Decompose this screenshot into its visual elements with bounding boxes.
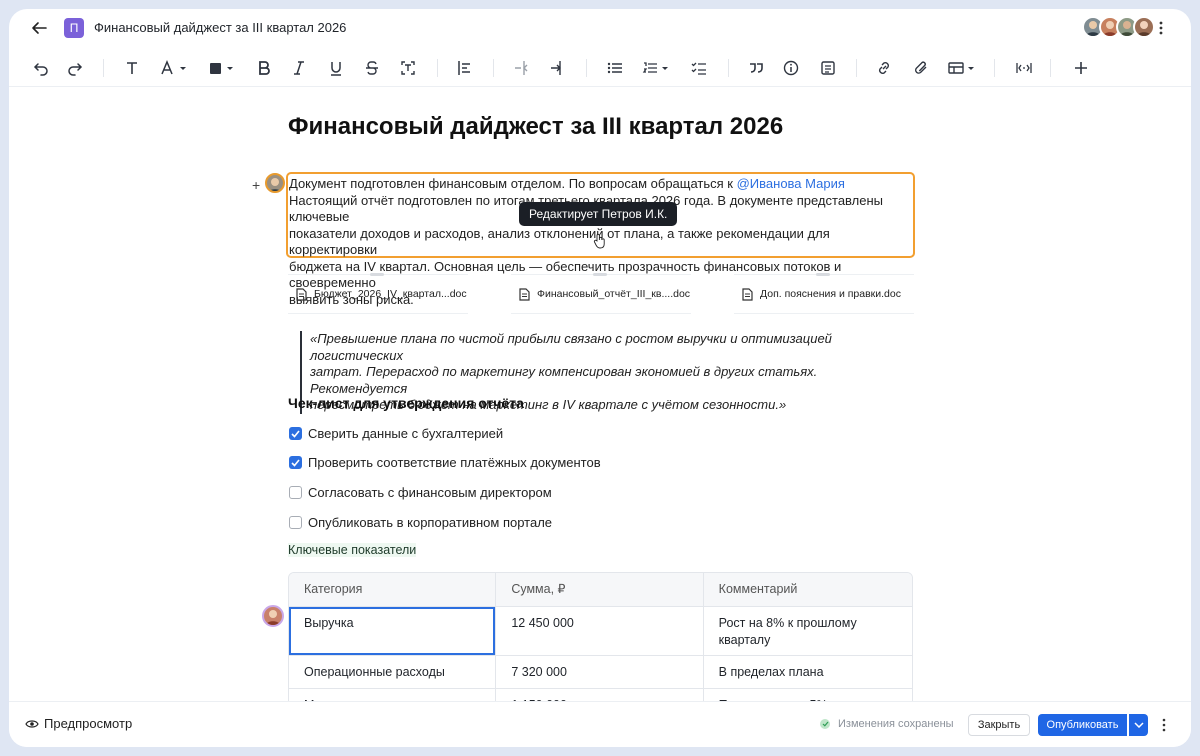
quote-line: затрат. Перерасход по маркетингу компенс… <box>310 364 818 396</box>
table-cell[interactable]: 1 150 000 <box>495 689 702 701</box>
text-style-icon[interactable] <box>122 58 142 78</box>
back-arrow-icon[interactable] <box>29 18 49 38</box>
bold-icon[interactable] <box>254 58 274 78</box>
indent-icon[interactable] <box>548 58 568 78</box>
strikethrough-icon[interactable] <box>362 58 382 78</box>
file-attachment[interactable]: Доп. пояснения и правки.doc <box>734 273 914 314</box>
undo-icon[interactable] <box>31 58 51 78</box>
publish-button[interactable]: Опубликовать <box>1038 714 1127 736</box>
column-header[interactable]: Категория <box>289 573 495 606</box>
editing-tooltip: Редактирует Петров И.К. <box>519 202 678 226</box>
table-cell-selected[interactable]: Выручка <box>289 607 496 655</box>
redo-icon[interactable] <box>65 58 85 78</box>
font-color-icon[interactable] <box>159 58 191 78</box>
link-icon[interactable] <box>874 58 894 78</box>
document-body: Финансовый дайджест за III квартал 2026 … <box>9 87 1191 701</box>
data-table: Категория Сумма, ₽ Комментарий Выручка 1… <box>288 572 913 701</box>
checkbox-unchecked[interactable] <box>289 516 302 529</box>
document-icon <box>742 287 753 301</box>
checklist-title[interactable]: Чек-лист для утверждения отчёта <box>288 395 524 411</box>
intro-line: Документ подготовлен финансовым отделом.… <box>289 176 845 191</box>
quote-line: «Превышение плана по чистой прибыли связ… <box>310 331 832 363</box>
check-circle-icon <box>820 719 830 729</box>
editor-avatar[interactable] <box>265 173 285 193</box>
more-options-icon[interactable] <box>1157 716 1171 734</box>
add-block-icon[interactable]: + <box>252 177 260 193</box>
close-button[interactable]: Закрыть <box>968 714 1030 736</box>
checkbox-unchecked[interactable] <box>289 486 302 499</box>
document-icon <box>296 287 307 301</box>
publish-options-chevron-icon[interactable] <box>1129 714 1148 736</box>
code-icon[interactable] <box>398 58 418 78</box>
table-row: Маркетинг 1 150 000 Перерасход на 5% из-… <box>289 688 912 701</box>
table-cell[interactable]: Маркетинг <box>289 689 495 701</box>
collaborator-avatars[interactable] <box>1082 16 1155 38</box>
document-icon <box>519 287 530 301</box>
formatting-toolbar <box>9 49 1191 87</box>
align-left-icon[interactable] <box>455 58 475 78</box>
page-title[interactable]: Финансовый дайджест за III квартал 2026 <box>288 113 783 141</box>
checklist-item[interactable]: Проверить соответствие платёжных докумен… <box>289 455 601 470</box>
italic-icon[interactable] <box>289 58 309 78</box>
checkbox-checked[interactable] <box>289 427 302 440</box>
table-cell[interactable]: 12 450 000 <box>495 607 702 655</box>
attachment-icon[interactable] <box>911 58 931 78</box>
table-cell[interactable]: Перерасход на 5% из-за <box>702 689 912 701</box>
checklist-item[interactable]: Опубликовать в корпоративном портале <box>289 515 552 530</box>
column-header[interactable]: Комментарий <box>702 573 912 606</box>
bullet-list-icon[interactable] <box>605 58 625 78</box>
table-cell[interactable]: Операционные расходы <box>289 656 495 688</box>
checklist-item[interactable]: Сверить данные с бухгалтерией <box>289 426 503 441</box>
preview-button[interactable]: Предпросмотр <box>25 716 132 731</box>
editor-window: П Финансовый дайджест за III квартал 202… <box>9 9 1191 747</box>
embed-icon[interactable] <box>1014 58 1034 78</box>
more-menu-icon[interactable] <box>1151 18 1171 38</box>
checklist-item[interactable]: Согласовать с финансовым директором <box>289 485 552 500</box>
fill-color-icon[interactable] <box>207 58 239 78</box>
insert-plus-icon[interactable] <box>1071 58 1091 78</box>
file-attachment[interactable]: Бюджет_2026_IV_квартал...doc <box>288 273 468 314</box>
hand-cursor-icon <box>593 233 607 254</box>
highlighted-text[interactable]: Ключевые показатели <box>288 543 417 557</box>
table-cell[interactable]: Рост на 8% к прошлому кварталу <box>702 607 912 655</box>
panel-icon[interactable] <box>818 58 838 78</box>
footer-bar: Предпросмотр Изменения сохранены Закрыть… <box>9 701 1191 747</box>
table-cell[interactable]: В пределах плана <box>702 656 912 688</box>
outdent-icon[interactable] <box>512 58 532 78</box>
user-mention[interactable]: @Иванова Мария <box>737 176 845 191</box>
doc-badge: П <box>64 18 84 38</box>
column-header[interactable]: Сумма, ₽ <box>495 573 702 606</box>
numbered-list-icon[interactable] <box>641 58 673 78</box>
info-icon[interactable] <box>781 58 801 78</box>
underline-icon[interactable] <box>326 58 346 78</box>
table-icon[interactable] <box>947 58 979 78</box>
table-row: Выручка 12 450 000 Рост на 8% к прошлому… <box>289 606 912 655</box>
table-header-row: Категория Сумма, ₽ Комментарий <box>289 573 912 606</box>
quote-icon[interactable] <box>746 58 766 78</box>
eye-icon <box>25 719 39 728</box>
table-cell[interactable]: 7 320 000 <box>495 656 702 688</box>
document-title[interactable]: Финансовый дайджест за III квартал 2026 <box>94 20 346 35</box>
header: П Финансовый дайджест за III квартал 202… <box>9 9 1191 47</box>
table-row: Операционные расходы 7 320 000 В предела… <box>289 655 912 688</box>
save-status: Изменения сохранены <box>820 718 954 730</box>
file-attachment[interactable]: Финансовый_отчёт_III_кв....doc <box>511 273 691 314</box>
attachments-row: Бюджет_2026_IV_квартал...doc Финансовый_… <box>288 273 914 314</box>
checklist-icon[interactable] <box>689 58 709 78</box>
checkbox-checked[interactable] <box>289 456 302 469</box>
collaborator-avatar[interactable] <box>262 605 284 627</box>
